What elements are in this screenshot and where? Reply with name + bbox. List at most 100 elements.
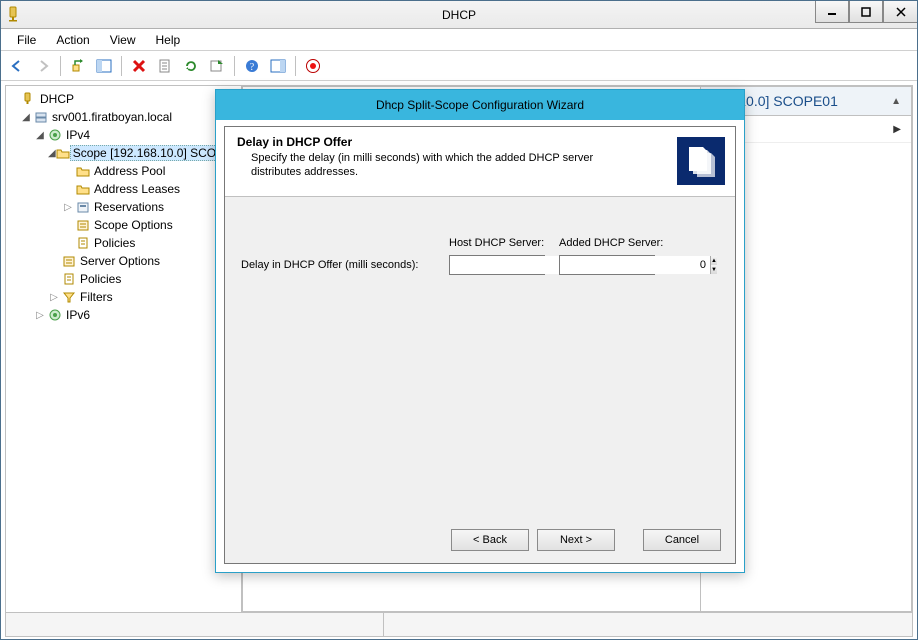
chevron-right-icon: ▶ [893, 124, 901, 135]
record-button[interactable] [301, 54, 325, 78]
titlebar: DHCP [1, 1, 917, 29]
tree-scope[interactable]: ◢ Scope [192.168.10.0] SCOPE01 [6, 144, 241, 162]
tree-label: Server Options [78, 254, 162, 268]
tree-address-pool[interactable]: Address Pool [6, 162, 241, 180]
spin-down-button[interactable]: ▼ [711, 265, 717, 274]
tree-label: Address Pool [92, 164, 167, 178]
action-pane-button[interactable] [266, 54, 290, 78]
maximize-button[interactable] [849, 1, 883, 23]
main-window: DHCP File Action View Help ? [0, 0, 918, 640]
menu-view[interactable]: View [100, 31, 146, 49]
expander-icon[interactable]: ◢ [20, 112, 32, 123]
up-button[interactable] [66, 54, 90, 78]
tree-reservations[interactable]: ▷ Reservations [6, 198, 241, 216]
close-button[interactable] [883, 1, 917, 23]
wizard-buttons: < Back Next > Cancel [451, 529, 721, 551]
reservations-icon [74, 200, 92, 214]
tree-label: Policies [78, 272, 123, 286]
tree-root[interactable]: DHCP [6, 90, 241, 108]
tree-scope-options[interactable]: Scope Options [6, 216, 241, 234]
wizard-header: Delay in DHCP Offer Specify the delay (i… [225, 127, 735, 197]
status-cell [6, 613, 384, 636]
wizard-dialog: Dhcp Split-Scope Configuration Wizard De… [215, 89, 745, 573]
menu-action[interactable]: Action [46, 31, 99, 49]
tree-label: DHCP [38, 92, 76, 106]
refresh-button[interactable] [179, 54, 203, 78]
expander-icon[interactable]: ◢ [34, 130, 46, 141]
tree-panel: DHCP ◢ srv001.firatboyan.local ◢ IPv4 ◢ … [6, 86, 242, 612]
policies-icon [60, 272, 78, 286]
svg-text:?: ? [250, 62, 255, 73]
options-icon [74, 218, 92, 232]
tree-label: IPv6 [64, 308, 92, 322]
help-button[interactable]: ? [240, 54, 264, 78]
tree-policies[interactable]: Policies [6, 234, 241, 252]
policies-icon [74, 236, 92, 250]
show-hide-tree-button[interactable] [92, 54, 116, 78]
wizard-title-text: Dhcp Split-Scope Configuration Wizard [376, 98, 584, 112]
wizard-titlebar[interactable]: Dhcp Split-Scope Configuration Wizard [216, 90, 744, 120]
tree-label: Filters [78, 290, 115, 304]
wizard-description: Specify the delay (in milli seconds) wit… [251, 151, 611, 180]
menu-help[interactable]: Help [146, 31, 191, 49]
wizard-heading: Delay in DHCP Offer [237, 135, 723, 149]
dhcp-icon [20, 92, 38, 106]
forward-button[interactable] [31, 54, 55, 78]
separator [121, 56, 122, 76]
tree-label: Address Leases [92, 182, 182, 196]
tree-policies-server[interactable]: Policies [6, 270, 241, 288]
wizard-body: Delay in DHCP Offer Specify the delay (i… [224, 126, 736, 564]
folder-icon [74, 182, 92, 196]
status-bar [5, 613, 913, 637]
filters-icon [60, 290, 78, 304]
wizard-content: Host DHCP Server: Added DHCP Server: Del… [225, 197, 735, 275]
expander-icon[interactable]: ▷ [34, 310, 46, 321]
folder-icon [56, 146, 70, 160]
separator [60, 56, 61, 76]
back-button[interactable]: < Back [451, 529, 529, 551]
separator [234, 56, 235, 76]
tree-filters[interactable]: ▷ Filters [6, 288, 241, 306]
window-title: DHCP [442, 8, 476, 22]
collapse-icon[interactable]: ▲ [891, 96, 901, 107]
expander-icon[interactable]: ◢ [48, 148, 56, 159]
options-icon [60, 254, 78, 268]
server-icon [32, 110, 50, 124]
spin-up-button[interactable]: ▲ [711, 256, 717, 265]
added-server-label: Added DHCP Server: [559, 237, 679, 249]
tree-label: Reservations [92, 200, 166, 214]
window-controls [815, 1, 917, 23]
menubar: File Action View Help [1, 29, 917, 51]
tree-label: IPv4 [64, 128, 92, 142]
status-cell [384, 613, 912, 636]
delete-button[interactable] [127, 54, 151, 78]
tree-label: srv001.firatboyan.local [50, 110, 174, 124]
folder-icon [74, 164, 92, 178]
back-button[interactable] [5, 54, 29, 78]
delay-row-label: Delay in DHCP Offer (milli seconds): [241, 259, 449, 271]
minimize-button[interactable] [815, 1, 849, 23]
export-button[interactable] [205, 54, 229, 78]
wizard-icon [677, 137, 725, 185]
properties-button[interactable] [153, 54, 177, 78]
ipv6-icon [46, 308, 64, 322]
app-icon [7, 6, 23, 22]
next-button[interactable]: Next > [537, 529, 615, 551]
tree-server-options[interactable]: Server Options [6, 252, 241, 270]
tree-address-leases[interactable]: Address Leases [6, 180, 241, 198]
cancel-button[interactable]: Cancel [643, 529, 721, 551]
added-delay-spinbox[interactable]: ▲ ▼ [559, 255, 655, 275]
menu-file[interactable]: File [7, 31, 46, 49]
tree-server[interactable]: ◢ srv001.firatboyan.local [6, 108, 241, 126]
separator [295, 56, 296, 76]
added-delay-input[interactable] [560, 256, 710, 274]
tree-ipv4[interactable]: ◢ IPv4 [6, 126, 241, 144]
toolbar: ? [1, 51, 917, 81]
ipv4-icon [46, 128, 64, 142]
expander-icon[interactable]: ▷ [48, 292, 60, 303]
tree-ipv6[interactable]: ▷ IPv6 [6, 306, 241, 324]
spin-buttons: ▲ ▼ [710, 256, 717, 274]
expander-icon[interactable]: ▷ [62, 202, 74, 213]
host-delay-spinbox[interactable]: ▲ ▼ [449, 255, 545, 275]
wizard-column-headers: Host DHCP Server: Added DHCP Server: [241, 237, 719, 249]
